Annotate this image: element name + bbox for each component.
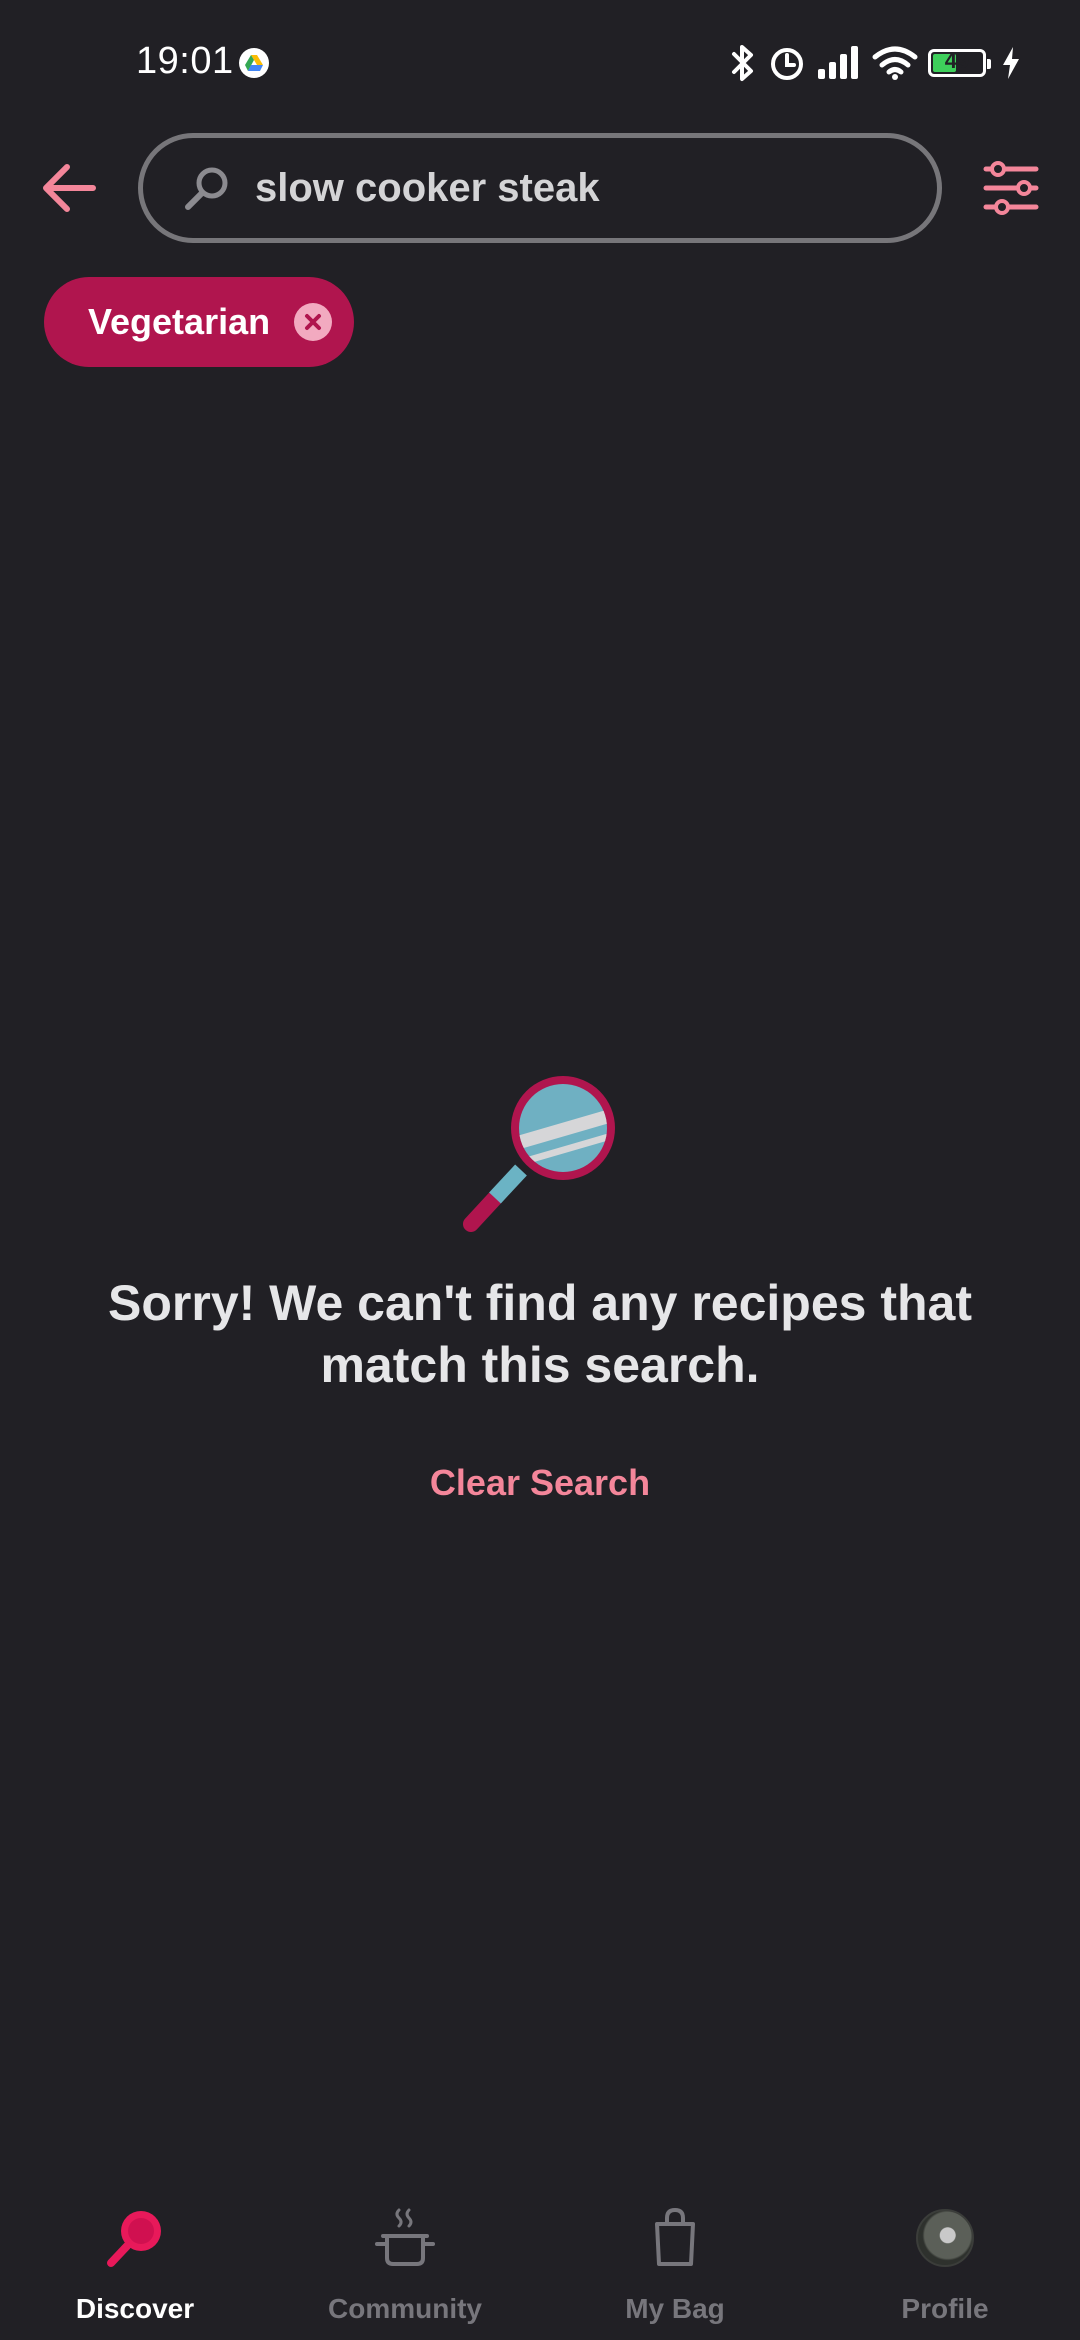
sliders-icon — [983, 161, 1039, 215]
magnifying-glass-illustration — [455, 1070, 625, 1240]
battery-icon: 49 — [928, 48, 991, 77]
filter-chip-vegetarian[interactable]: Vegetarian — [44, 277, 355, 367]
search-bar[interactable] — [138, 133, 942, 243]
nav-discover[interactable]: Discover — [0, 2170, 270, 2340]
arrow-left-icon — [43, 164, 96, 212]
back-button[interactable] — [38, 160, 100, 216]
nav-profile[interactable]: Profile — [810, 2170, 1080, 2340]
alarm-icon — [771, 48, 803, 80]
search-icon — [181, 162, 233, 214]
search-pan-icon — [100, 2203, 170, 2273]
drive-icon — [239, 48, 269, 78]
empty-state-message: Sorry! We can't find any recipes that ma… — [108, 1275, 972, 1393]
signal-icon — [818, 46, 858, 79]
nav-label: Profile — [901, 2293, 989, 2324]
charging-icon — [1003, 47, 1019, 79]
clear-search-button[interactable]: Clear Search — [340, 1462, 740, 1504]
nav-label: Discover — [75, 2293, 195, 2324]
avatar — [910, 2203, 980, 2273]
nav-community[interactable]: Community — [270, 2170, 540, 2340]
cooking-pot-icon — [370, 2203, 440, 2273]
filter-chip-label: Vegetarian — [88, 301, 271, 342]
remove-filter-button[interactable] — [294, 303, 333, 341]
status-icons: 49 — [728, 40, 1022, 86]
filter-button[interactable] — [982, 160, 1040, 216]
status-time: 19:01 — [136, 40, 234, 82]
wifi-icon — [872, 46, 918, 80]
bottom-nav: Discover Community My Bag Profile — [0, 2170, 1080, 2340]
shopping-bag-icon — [640, 2203, 710, 2273]
search-input[interactable] — [255, 165, 895, 211]
nav-label: My Bag — [625, 2293, 725, 2324]
nav-my-bag[interactable]: My Bag — [540, 2170, 810, 2340]
battery-level: 49 — [944, 48, 970, 73]
close-icon — [305, 314, 322, 330]
status-bar: 19:01 49 — [0, 0, 1080, 125]
nav-label: Community — [328, 2293, 482, 2324]
bluetooth-icon — [732, 45, 753, 81]
